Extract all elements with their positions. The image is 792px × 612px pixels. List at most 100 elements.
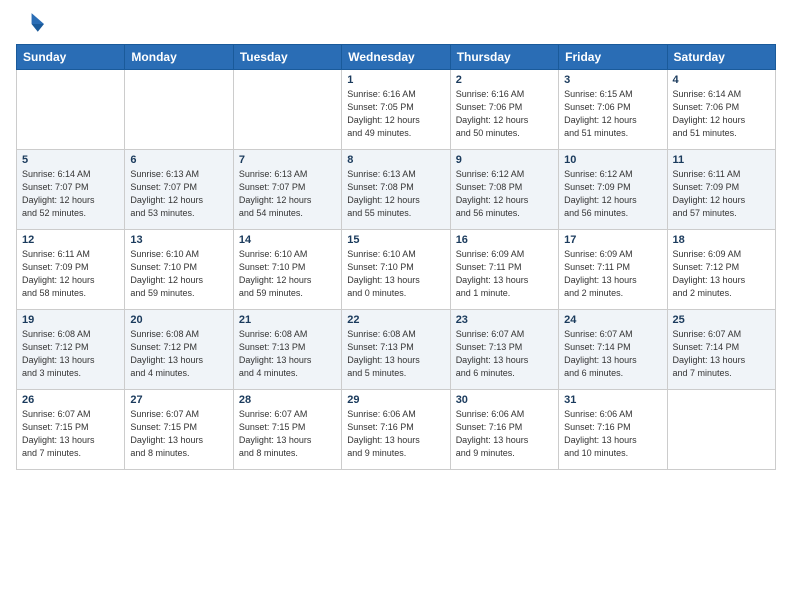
day-info: Sunrise: 6:06 AM Sunset: 7:16 PM Dayligh… bbox=[456, 408, 553, 460]
page: SundayMondayTuesdayWednesdayThursdayFrid… bbox=[0, 0, 792, 612]
calendar-week-row: 19 Sunrise: 6:08 AM Sunset: 7:12 PM Dayli… bbox=[17, 310, 776, 390]
day-info: Sunrise: 6:12 AM Sunset: 7:09 PM Dayligh… bbox=[564, 168, 661, 220]
day-number: 4 bbox=[673, 74, 770, 86]
calendar-day-9: 9 Sunrise: 6:12 AM Sunset: 7:08 PM Daylig… bbox=[450, 150, 558, 230]
calendar-day-24: 24 Sunrise: 6:07 AM Sunset: 7:14 PM Dayli… bbox=[559, 310, 667, 390]
calendar-day-16: 16 Sunrise: 6:09 AM Sunset: 7:11 PM Dayli… bbox=[450, 230, 558, 310]
day-info: Sunrise: 6:16 AM Sunset: 7:06 PM Dayligh… bbox=[456, 88, 553, 140]
day-number: 13 bbox=[130, 234, 227, 246]
day-number: 11 bbox=[673, 154, 770, 166]
weekday-header-friday: Friday bbox=[559, 45, 667, 70]
calendar-day-25: 25Sunrise: 6:07 AM Sunset: 7:14 PM Dayli… bbox=[667, 310, 775, 390]
day-number: 14 bbox=[239, 234, 336, 246]
day-number: 1 bbox=[347, 74, 444, 86]
day-info: Sunrise: 6:10 AM Sunset: 7:10 PM Dayligh… bbox=[347, 248, 444, 300]
day-number: 3 bbox=[564, 74, 661, 86]
day-info: Sunrise: 6:10 AM Sunset: 7:10 PM Dayligh… bbox=[130, 248, 227, 300]
day-info: Sunrise: 6:09 AM Sunset: 7:11 PM Dayligh… bbox=[564, 248, 661, 300]
weekday-header-tuesday: Tuesday bbox=[233, 45, 341, 70]
weekday-header-sunday: Sunday bbox=[17, 45, 125, 70]
calendar-day-30: 30 Sunrise: 6:06 AM Sunset: 7:16 PM Dayli… bbox=[450, 390, 558, 470]
day-number: 29 bbox=[347, 394, 444, 406]
day-number: 18 bbox=[673, 234, 770, 246]
day-info: Sunrise: 6:13 AM Sunset: 7:08 PM Dayligh… bbox=[347, 168, 444, 220]
day-info: Sunrise: 6:15 AM Sunset: 7:06 PM Dayligh… bbox=[564, 88, 661, 140]
calendar-day-19: 19 Sunrise: 6:08 AM Sunset: 7:12 PM Dayli… bbox=[17, 310, 125, 390]
day-number: 6 bbox=[130, 154, 227, 166]
day-number: 27 bbox=[130, 394, 227, 406]
calendar-day-29: 29 Sunrise: 6:06 AM Sunset: 7:16 PM Dayli… bbox=[342, 390, 450, 470]
calendar-empty-cell bbox=[125, 70, 233, 150]
calendar-day-23: 23 Sunrise: 6:07 AM Sunset: 7:13 PM Dayli… bbox=[450, 310, 558, 390]
calendar-day-4: 4 Sunrise: 6:14 AM Sunset: 7:06 PM Daylig… bbox=[667, 70, 775, 150]
day-info: Sunrise: 6:06 AM Sunset: 7:16 PM Dayligh… bbox=[347, 408, 444, 460]
calendar-day-14: 14 Sunrise: 6:10 AM Sunset: 7:10 PM Dayli… bbox=[233, 230, 341, 310]
calendar-day-28: 28Sunrise: 6:07 AM Sunset: 7:15 PM Dayli… bbox=[233, 390, 341, 470]
day-number: 30 bbox=[456, 394, 553, 406]
calendar-day-17: 17 Sunrise: 6:09 AM Sunset: 7:11 PM Dayli… bbox=[559, 230, 667, 310]
day-number: 21 bbox=[239, 314, 336, 326]
day-info: Sunrise: 6:09 AM Sunset: 7:12 PM Dayligh… bbox=[673, 248, 770, 300]
calendar-day-20: 20 Sunrise: 6:08 AM Sunset: 7:12 PM Dayli… bbox=[125, 310, 233, 390]
day-info: Sunrise: 6:08 AM Sunset: 7:12 PM Dayligh… bbox=[22, 328, 119, 380]
logo-icon bbox=[16, 10, 44, 38]
calendar-day-15: 15Sunrise: 6:10 AM Sunset: 7:10 PM Dayli… bbox=[342, 230, 450, 310]
day-info: Sunrise: 6:07 AM Sunset: 7:15 PM Dayligh… bbox=[130, 408, 227, 460]
calendar-day-22: 22Sunrise: 6:08 AM Sunset: 7:13 PM Dayli… bbox=[342, 310, 450, 390]
day-number: 24 bbox=[564, 314, 661, 326]
calendar-day-10: 10 Sunrise: 6:12 AM Sunset: 7:09 PM Dayli… bbox=[559, 150, 667, 230]
calendar-day-12: 12Sunrise: 6:11 AM Sunset: 7:09 PM Dayli… bbox=[17, 230, 125, 310]
day-info: Sunrise: 6:10 AM Sunset: 7:10 PM Dayligh… bbox=[239, 248, 336, 300]
weekday-header-monday: Monday bbox=[125, 45, 233, 70]
day-number: 28 bbox=[239, 394, 336, 406]
day-info: Sunrise: 6:08 AM Sunset: 7:13 PM Dayligh… bbox=[239, 328, 336, 380]
weekday-header-thursday: Thursday bbox=[450, 45, 558, 70]
calendar-day-21: 21 Sunrise: 6:08 AM Sunset: 7:13 PM Dayli… bbox=[233, 310, 341, 390]
day-number: 5 bbox=[22, 154, 119, 166]
day-info: Sunrise: 6:07 AM Sunset: 7:15 PM Dayligh… bbox=[22, 408, 119, 460]
day-info: Sunrise: 6:07 AM Sunset: 7:14 PM Dayligh… bbox=[673, 328, 770, 380]
day-number: 23 bbox=[456, 314, 553, 326]
calendar-day-7: 7 Sunrise: 6:13 AM Sunset: 7:07 PM Daylig… bbox=[233, 150, 341, 230]
day-info: Sunrise: 6:07 AM Sunset: 7:14 PM Dayligh… bbox=[564, 328, 661, 380]
header bbox=[16, 10, 776, 38]
calendar-day-3: 3 Sunrise: 6:15 AM Sunset: 7:06 PM Daylig… bbox=[559, 70, 667, 150]
calendar-day-5: 5 Sunrise: 6:14 AM Sunset: 7:07 PM Daylig… bbox=[17, 150, 125, 230]
calendar-week-row: 5 Sunrise: 6:14 AM Sunset: 7:07 PM Daylig… bbox=[17, 150, 776, 230]
day-number: 7 bbox=[239, 154, 336, 166]
calendar-week-row: 26 Sunrise: 6:07 AM Sunset: 7:15 PM Dayli… bbox=[17, 390, 776, 470]
day-number: 10 bbox=[564, 154, 661, 166]
calendar-day-6: 6 Sunrise: 6:13 AM Sunset: 7:07 PM Daylig… bbox=[125, 150, 233, 230]
day-number: 19 bbox=[22, 314, 119, 326]
day-info: Sunrise: 6:16 AM Sunset: 7:05 PM Dayligh… bbox=[347, 88, 444, 140]
calendar-day-8: 8Sunrise: 6:13 AM Sunset: 7:08 PM Daylig… bbox=[342, 150, 450, 230]
day-info: Sunrise: 6:08 AM Sunset: 7:12 PM Dayligh… bbox=[130, 328, 227, 380]
day-info: Sunrise: 6:07 AM Sunset: 7:13 PM Dayligh… bbox=[456, 328, 553, 380]
day-number: 2 bbox=[456, 74, 553, 86]
day-info: Sunrise: 6:14 AM Sunset: 7:07 PM Dayligh… bbox=[22, 168, 119, 220]
calendar-empty-cell bbox=[233, 70, 341, 150]
calendar-week-row: 1 Sunrise: 6:16 AM Sunset: 7:05 PM Daylig… bbox=[17, 70, 776, 150]
day-number: 17 bbox=[564, 234, 661, 246]
calendar-day-11: 11 Sunrise: 6:11 AM Sunset: 7:09 PM Dayli… bbox=[667, 150, 775, 230]
day-info: Sunrise: 6:09 AM Sunset: 7:11 PM Dayligh… bbox=[456, 248, 553, 300]
day-info: Sunrise: 6:12 AM Sunset: 7:08 PM Dayligh… bbox=[456, 168, 553, 220]
day-number: 16 bbox=[456, 234, 553, 246]
calendar-empty-cell bbox=[667, 390, 775, 470]
day-number: 26 bbox=[22, 394, 119, 406]
day-number: 20 bbox=[130, 314, 227, 326]
day-info: Sunrise: 6:13 AM Sunset: 7:07 PM Dayligh… bbox=[130, 168, 227, 220]
calendar-table: SundayMondayTuesdayWednesdayThursdayFrid… bbox=[16, 44, 776, 470]
weekday-header-wednesday: Wednesday bbox=[342, 45, 450, 70]
day-info: Sunrise: 6:13 AM Sunset: 7:07 PM Dayligh… bbox=[239, 168, 336, 220]
day-info: Sunrise: 6:14 AM Sunset: 7:06 PM Dayligh… bbox=[673, 88, 770, 140]
day-info: Sunrise: 6:06 AM Sunset: 7:16 PM Dayligh… bbox=[564, 408, 661, 460]
weekday-header-saturday: Saturday bbox=[667, 45, 775, 70]
weekday-header-row: SundayMondayTuesdayWednesdayThursdayFrid… bbox=[17, 45, 776, 70]
calendar-day-13: 13 Sunrise: 6:10 AM Sunset: 7:10 PM Dayli… bbox=[125, 230, 233, 310]
day-info: Sunrise: 6:11 AM Sunset: 7:09 PM Dayligh… bbox=[673, 168, 770, 220]
day-info: Sunrise: 6:11 AM Sunset: 7:09 PM Dayligh… bbox=[22, 248, 119, 300]
calendar-day-2: 2 Sunrise: 6:16 AM Sunset: 7:06 PM Daylig… bbox=[450, 70, 558, 150]
calendar-empty-cell bbox=[17, 70, 125, 150]
day-number: 9 bbox=[456, 154, 553, 166]
